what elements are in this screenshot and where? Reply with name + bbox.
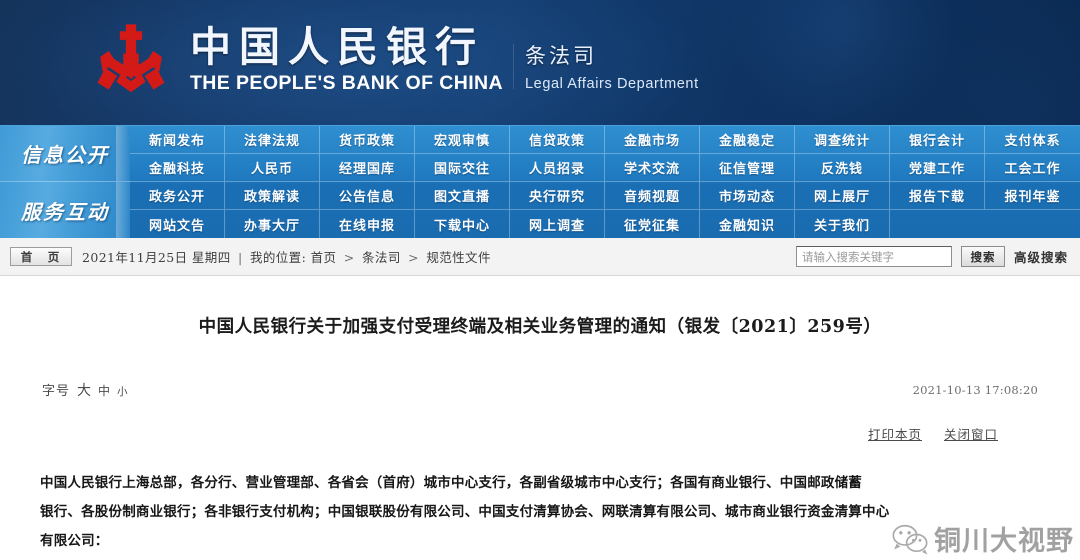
site-title-cn: 中国人民银行	[190, 22, 484, 71]
nav-item[interactable]: 音频视题	[605, 182, 700, 210]
nav-item[interactable]: 货币政策	[320, 126, 415, 154]
advanced-search-link[interactable]: 高级搜索	[1014, 247, 1068, 266]
font-size-large-button[interactable]: 大	[77, 380, 91, 400]
pboc-emblem-icon	[88, 21, 174, 105]
nav-item[interactable]: 金融知识	[700, 210, 795, 238]
font-size-label: 字号	[42, 383, 71, 399]
breadcrumb-bar: 首 页 2021年11月25日 星期四 | 我的位置: 首页 > 条法司 > 规…	[0, 238, 1080, 276]
nav-item[interactable]: 网上展厅	[795, 182, 890, 210]
nav-item[interactable]: 公告信息	[320, 182, 415, 210]
nav-item[interactable]: 学术交流	[605, 154, 700, 182]
nav-item[interactable]: 银行会计	[890, 126, 985, 154]
font-size-small-button[interactable]: 小	[117, 384, 128, 399]
location-label: 我的位置:	[249, 250, 307, 265]
article-body: 中国人民银行上海总部，各分行、营业管理部、各省会（首府）城市中心支行，各副省级城…	[40, 469, 1040, 556]
article-paragraph: 银行、各股份制商业银行；各非银行支付机构；中国银联股份有限公司、中国支付清算协会…	[40, 503, 890, 520]
nav-group-column: 信息公开 服务互动	[0, 126, 130, 238]
nav-item[interactable]: 法律法规	[225, 126, 320, 154]
close-window-link[interactable]: 关闭窗口	[944, 424, 998, 443]
home-button[interactable]: 首 页	[10, 247, 72, 266]
nav-item[interactable]: 国际交往	[415, 154, 510, 182]
breadcrumb: 2021年11月25日 星期四 | 我的位置: 首页 > 条法司 > 规范性文件	[82, 247, 491, 266]
nav-item[interactable]: 市场动态	[700, 182, 795, 210]
article-paragraph: 中国人民银行上海总部，各分行、营业管理部、各省会（首府）城市中心支行，各副省级城…	[40, 474, 862, 491]
nav-item[interactable]: 宏观审慎	[415, 126, 510, 154]
font-size-medium-button[interactable]: 中	[98, 382, 110, 399]
nav-link-grid: 新闻发布 法律法规 货币政策 宏观审慎 信贷政策 金融市场 金融稳定 调查统计 …	[130, 126, 1080, 238]
font-size-control: 字号 大 中 小	[42, 380, 128, 400]
nav-item[interactable]: 新闻发布	[130, 126, 225, 154]
nav-item[interactable]: 网站文告	[130, 210, 225, 238]
search-area: 搜索 高级搜索	[795, 246, 1068, 267]
nav-item[interactable]: 人员招录	[510, 154, 605, 182]
breadcrumb-link-department[interactable]: 条法司	[362, 250, 401, 265]
print-page-link[interactable]: 打印本页	[868, 424, 922, 443]
nav-item[interactable]: 征党征集	[605, 210, 700, 238]
breadcrumb-link-home[interactable]: 首页	[311, 250, 337, 265]
article-meta-row: 字号 大 中 小 2021-10-13 17:08:20	[40, 378, 1040, 402]
nav-item[interactable]: 人民币	[225, 154, 320, 182]
nav-item[interactable]: 工会工作	[985, 154, 1080, 182]
nav-item[interactable]: 报刊年鉴	[985, 182, 1080, 210]
department-title-cn: 条法司	[524, 44, 597, 69]
breadcrumb-separator: >	[343, 250, 355, 265]
article-tools: 打印本页 关闭窗口	[40, 424, 1040, 443]
nav-group-label: 信息公开	[21, 143, 109, 167]
publish-time: 2021-10-13 17:08:20	[912, 382, 1038, 397]
nav-item[interactable]: 征信管理	[700, 154, 795, 182]
nav-item[interactable]: 下载中心	[415, 210, 510, 238]
article-paragraph: 有限公司：	[40, 532, 109, 549]
department-title-en: Legal Affairs Department	[524, 76, 699, 93]
nav-item[interactable]: 图文直播	[415, 182, 510, 210]
article-content: 中国人民银行关于加强支付受理终端及相关业务管理的通知（银发〔2021〕259号）…	[0, 276, 1080, 560]
nav-item[interactable]: 报告下载	[890, 182, 985, 210]
nav-item[interactable]: 信贷政策	[510, 126, 605, 154]
site-banner: 中国人民银行 THE PEOPLE'S BANK OF CHINA 条法司 Le…	[0, 0, 1080, 125]
nav-item[interactable]: 调查统计	[795, 126, 890, 154]
nav-item[interactable]: 金融市场	[605, 126, 700, 154]
nav-item[interactable]: 办事大厅	[225, 210, 320, 238]
nav-group-label: 服务互动	[21, 199, 109, 224]
nav-group-info-disclosure[interactable]: 信息公开	[0, 126, 130, 182]
nav-item[interactable]: 金融稳定	[700, 126, 795, 154]
page-root: 中国人民银行 THE PEOPLE'S BANK OF CHINA 条法司 Le…	[0, 0, 1080, 560]
nav-item-empty	[890, 210, 985, 238]
nav-group-service-interaction[interactable]: 服务互动	[0, 182, 130, 238]
nav-item[interactable]: 经理国库	[320, 154, 415, 182]
nav-item[interactable]: 金融科技	[130, 154, 225, 182]
nav-item[interactable]: 关于我们	[795, 210, 890, 238]
nav-item[interactable]: 在线申报	[320, 210, 415, 238]
nav-item[interactable]: 网上调查	[510, 210, 605, 238]
search-button[interactable]: 搜索	[960, 246, 1005, 267]
breadcrumb-link-category[interactable]: 规范性文件	[426, 250, 491, 265]
nav-item[interactable]: 党建工作	[890, 154, 985, 182]
nav-item[interactable]: 支付体系	[985, 126, 1080, 154]
current-date: 2021年11月25日 星期四	[82, 250, 231, 265]
nav-item[interactable]: 反洗钱	[795, 154, 890, 182]
nav-item[interactable]: 政务公开	[130, 182, 225, 210]
nav-item-empty	[985, 210, 1080, 238]
search-input[interactable]	[795, 246, 952, 267]
breadcrumb-divider: |	[237, 250, 243, 265]
nav-item[interactable]: 政策解读	[225, 182, 320, 210]
breadcrumb-separator: >	[408, 250, 419, 265]
main-navigation: 信息公开 服务互动 新闻发布 法律法规 货币政策 宏观审慎 信贷政策 金融市场 …	[0, 125, 1080, 238]
nav-item[interactable]: 央行研究	[510, 182, 605, 210]
site-title-en: THE PEOPLE'S BANK OF CHINA	[190, 72, 503, 95]
page-title: 中国人民银行关于加强支付受理终端及相关业务管理的通知（银发〔2021〕259号）	[198, 317, 882, 337]
